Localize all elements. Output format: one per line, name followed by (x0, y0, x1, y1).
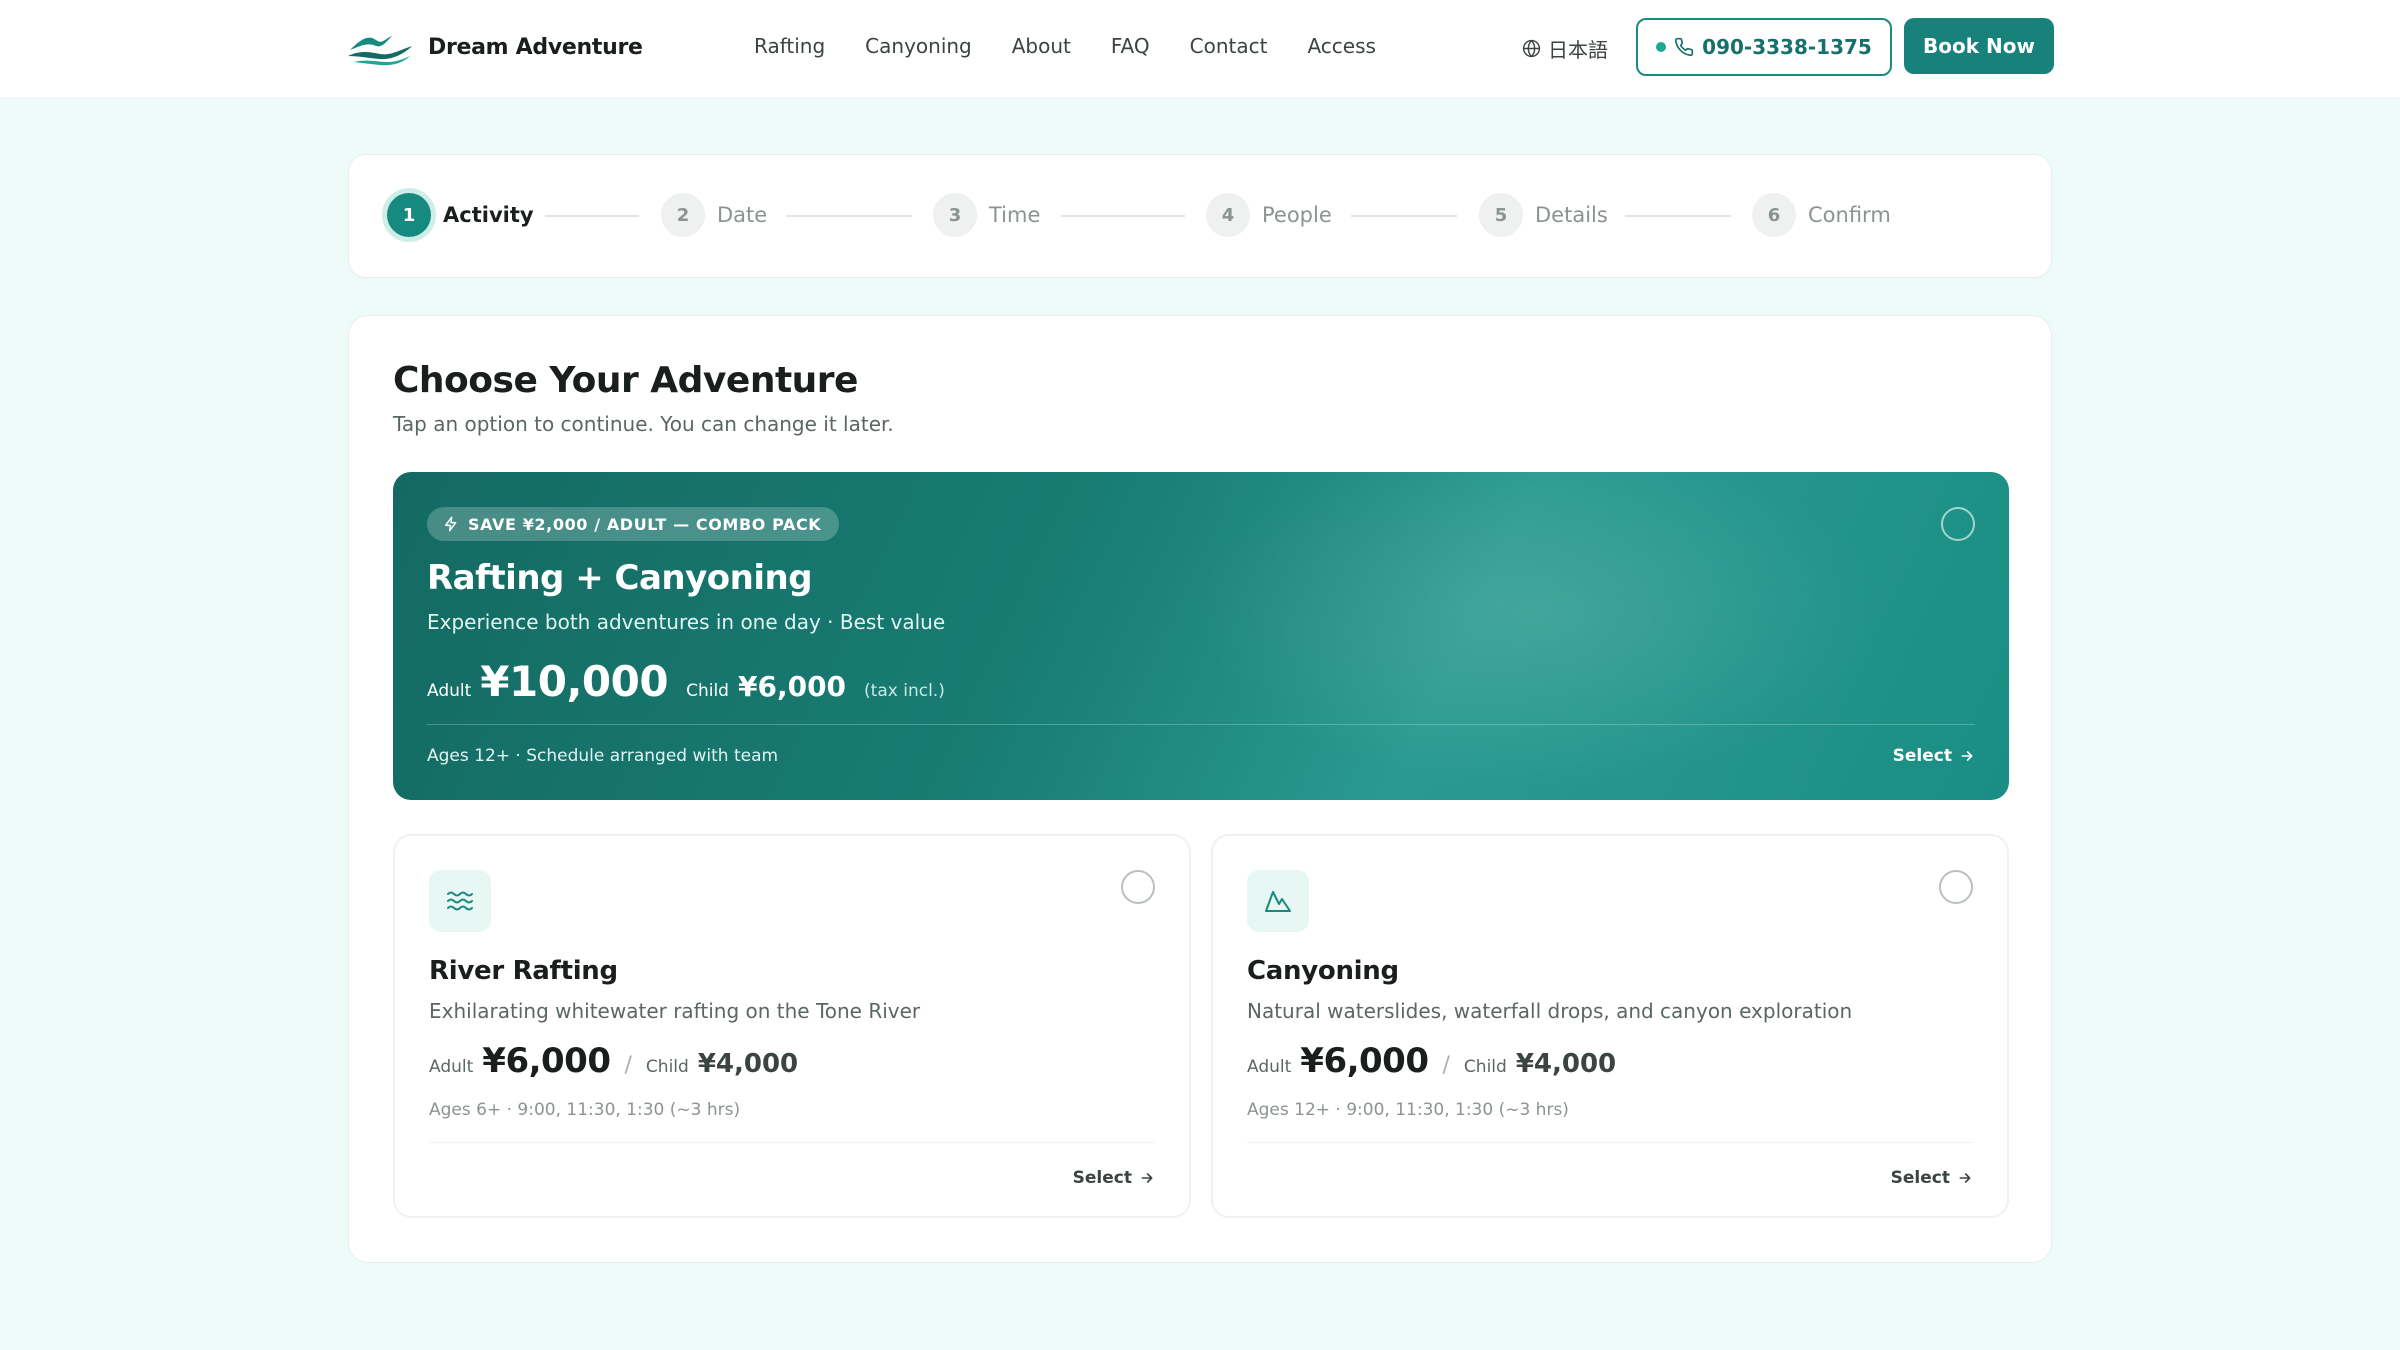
step-number: 3 (933, 193, 977, 237)
card-price: Adult ¥6,000 / Child ¥4,000 (1247, 1041, 1634, 1081)
adult-label: Adult (1247, 1057, 1292, 1077)
step-connector (545, 215, 639, 217)
child-price: ¥6,000 (737, 670, 847, 703)
child-label: Child (1463, 1057, 1507, 1077)
step-label: Activity (443, 203, 534, 227)
step-label: Time (989, 203, 1041, 227)
nav-access[interactable]: Access (1307, 34, 1375, 58)
combo-pack-card[interactable]: SAVE ¥2,000 / ADULT — COMBO PACK Rafting… (393, 472, 2009, 800)
main-nav: Rafting Canyoning About FAQ Contact Acce… (754, 34, 1416, 58)
divider (429, 1142, 1155, 1143)
select-label: Select (1892, 746, 1952, 766)
brand-logo[interactable]: Dream Adventure (346, 26, 643, 68)
card-price: Adult ¥6,000 / Child ¥4,000 (429, 1041, 816, 1081)
phone-icon (1675, 37, 1694, 57)
card-title: Canyoning (1247, 956, 1399, 986)
adult-label: Adult (429, 1057, 474, 1077)
globe-icon (1522, 39, 1541, 58)
combo-meta: Ages 12+ · Schedule arranged with team (427, 746, 779, 766)
site-header: Dream Adventure Rafting Canyoning About … (0, 0, 2400, 97)
badge-text: SAVE ¥2,000 / ADULT — COMBO PACK (468, 514, 822, 534)
step-details[interactable]: 5 Details (1479, 193, 1608, 237)
step-number: 2 (661, 193, 705, 237)
nav-about[interactable]: About (1012, 34, 1071, 58)
rafting-card[interactable]: River Rafting Exhilarating whitewater ra… (393, 834, 1191, 1218)
card-description: Exhilarating whitewater rafting on the T… (429, 999, 921, 1023)
step-label: Confirm (1808, 203, 1891, 227)
step-connector (786, 215, 912, 217)
phone-button[interactable]: 090-3338-1375 (1636, 18, 1892, 76)
arrow-right-icon (1959, 1173, 1971, 1183)
adult-price: ¥10,000 (480, 657, 669, 706)
step-number: 4 (1206, 193, 1250, 237)
language-switcher[interactable]: 日本語 (1522, 34, 1608, 63)
adult-price: ¥6,000 (1300, 1041, 1429, 1081)
canyoning-card[interactable]: Canyoning Natural waterslides, waterfall… (1211, 834, 2009, 1218)
combo-description: Experience both adventures in one day · … (427, 610, 946, 634)
child-label: Child (645, 1057, 689, 1077)
step-date[interactable]: 2 Date (661, 193, 767, 237)
savings-badge: SAVE ¥2,000 / ADULT — COMBO PACK (427, 507, 840, 541)
step-label: Date (717, 203, 768, 227)
arrow-right-icon (1961, 751, 1973, 761)
step-number: 5 (1479, 193, 1523, 237)
status-dot (1656, 42, 1667, 52)
child-price: ¥4,000 (697, 1049, 799, 1079)
child-price: ¥4,000 (1515, 1049, 1617, 1079)
arrow-right-icon (1141, 1173, 1153, 1183)
card-icon-box (1247, 870, 1309, 932)
activity-panel: Choose Your Adventure Tap an option to c… (348, 315, 2052, 1263)
rafting-radio[interactable] (1121, 870, 1155, 904)
step-connector (1351, 215, 1457, 217)
phone-number: 090-3338-1375 (1702, 35, 1872, 59)
step-connector (1061, 215, 1185, 217)
nav-faq[interactable]: FAQ (1111, 34, 1150, 58)
step-activity[interactable]: 1 Activity (387, 193, 534, 237)
select-label: Select (1072, 1168, 1132, 1188)
card-description: Natural waterslides, waterfall drops, an… (1247, 999, 1853, 1023)
lightning-icon (444, 516, 457, 532)
language-label: 日本語 (1548, 38, 1608, 62)
nav-rafting[interactable]: Rafting (754, 34, 825, 58)
canyoning-select-link[interactable]: Select (1891, 1168, 1973, 1188)
combo-price: Adult ¥10,000 Child ¥6,000 (tax incl.) (427, 657, 945, 706)
combo-radio[interactable] (1941, 507, 1975, 541)
wave-logo-icon (348, 36, 412, 66)
step-connector (1625, 215, 1731, 217)
brand-name: Dream Adventure (428, 34, 643, 60)
divider (427, 724, 1975, 725)
page-subtitle: Tap an option to continue. You can chang… (393, 412, 894, 436)
step-time[interactable]: 3 Time (933, 193, 1040, 237)
child-label: Child (686, 681, 729, 701)
step-label: Details (1535, 203, 1608, 227)
adult-price: ¥6,000 (482, 1041, 611, 1081)
price-separator: / (624, 1053, 632, 1078)
waves-icon (447, 891, 473, 911)
rafting-select-link[interactable]: Select (1073, 1168, 1155, 1188)
book-now-button[interactable]: Book Now (1904, 18, 2054, 74)
adult-label: Adult (427, 681, 472, 701)
card-icon-box (429, 870, 491, 932)
nav-contact[interactable]: Contact (1190, 34, 1268, 58)
tax-note: (tax incl.) (864, 681, 945, 701)
nav-canyoning[interactable]: Canyoning (865, 34, 972, 58)
step-confirm[interactable]: 6 Confirm (1752, 193, 1891, 237)
step-number: 1 (387, 193, 431, 237)
canyoning-radio[interactable] (1939, 870, 1973, 904)
combo-title: Rafting + Canyoning (427, 558, 813, 598)
step-number: 6 (1752, 193, 1796, 237)
step-people[interactable]: 4 People (1206, 193, 1332, 237)
card-meta: Ages 6+ · 9:00, 11:30, 1:30 (~3 hrs) (429, 1100, 741, 1120)
price-separator: / (1442, 1053, 1450, 1078)
card-title: River Rafting (429, 956, 618, 986)
combo-select-link[interactable]: Select (1893, 746, 1975, 766)
select-label: Select (1890, 1168, 1950, 1188)
booking-stepper: 1 Activity 2 Date 3 Time 4 People 5 Deta… (348, 154, 2052, 278)
divider (1247, 1142, 1973, 1143)
mountain-icon (1265, 891, 1291, 912)
page-title: Choose Your Adventure (393, 360, 858, 401)
step-label: People (1262, 203, 1332, 227)
card-meta: Ages 12+ · 9:00, 11:30, 1:30 (~3 hrs) (1247, 1100, 1569, 1120)
